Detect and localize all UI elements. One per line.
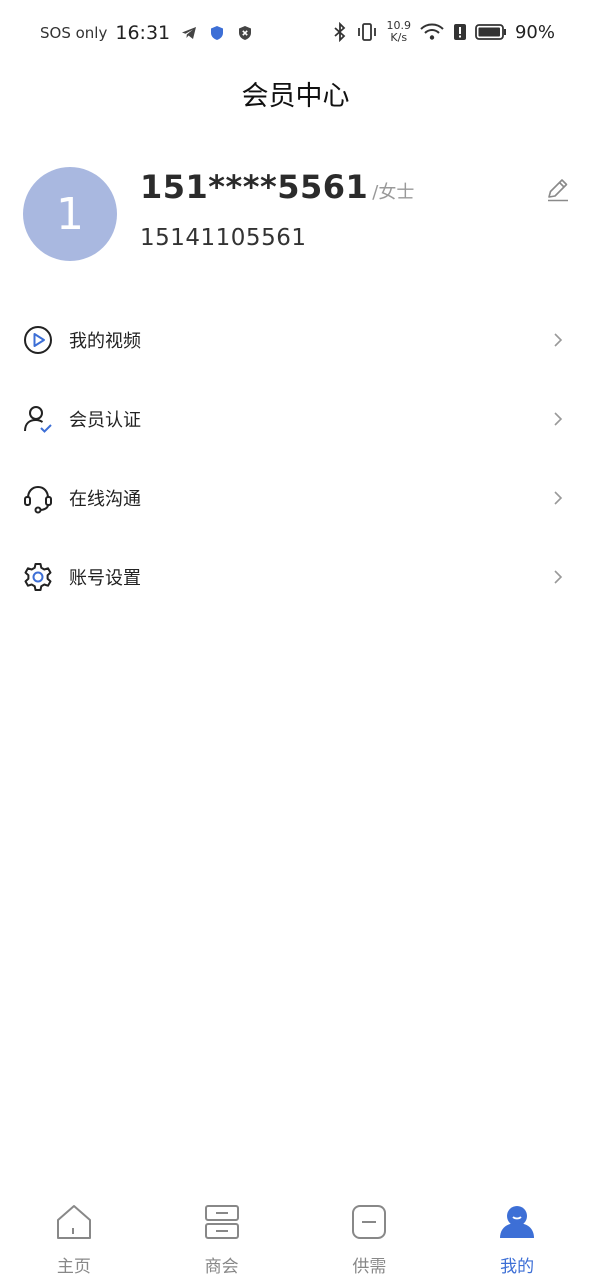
security-icon [239, 26, 252, 40]
nav-label: 我的 [500, 1257, 535, 1277]
bluetooth-icon [334, 22, 346, 42]
menu-item-online-chat[interactable]: 在线沟通 [0, 458, 591, 537]
gear-icon [24, 562, 52, 591]
menu-item-member-verification[interactable]: 会员认证 [0, 379, 591, 458]
nav-item-mine[interactable]: 我的 [443, 1190, 591, 1280]
menu-item-account-settings[interactable]: 账号设置 [0, 537, 591, 616]
chevron-right-icon [554, 411, 563, 426]
shield-icon [211, 26, 224, 40]
avatar-text: 1 [56, 188, 84, 240]
home-icon [56, 1205, 91, 1239]
avatar[interactable]: 1 [23, 167, 117, 261]
clock: 16:31 [115, 22, 171, 44]
supply-demand-icon [352, 1205, 387, 1239]
chamber-icon [204, 1205, 239, 1239]
nav-label: 主页 [56, 1257, 91, 1277]
menu-item-label: 账号设置 [69, 567, 141, 589]
profile-icon [500, 1206, 535, 1238]
bottom-nav: 主页 商会 供需 我的 [0, 1190, 591, 1280]
status-bar: SOS only 16:31 10.9 K/s 90% [0, 0, 591, 64]
headset-icon [24, 485, 52, 513]
nav-item-chamber[interactable]: 商会 [148, 1190, 296, 1280]
menu-item-label: 我的视频 [69, 330, 141, 352]
battery-icon [475, 24, 506, 40]
battery-percent: 90% [514, 21, 555, 43]
profile-name: 151****5561 [140, 168, 369, 206]
menu-item-label: 在线沟通 [69, 488, 141, 510]
chevron-right-icon [554, 490, 563, 505]
network-speed: 10.9 K/s [386, 20, 411, 44]
nav-label: 供需 [352, 1257, 387, 1277]
profile-name-row: 151****5561 /女士 [140, 168, 414, 206]
alert-icon [453, 24, 466, 40]
nav-label: 商会 [204, 1257, 239, 1277]
telegram-icon [182, 27, 197, 39]
vibrate-icon [358, 23, 377, 41]
edit-icon[interactable] [544, 176, 572, 204]
nav-item-supply-demand[interactable]: 供需 [296, 1190, 444, 1280]
play-circle-icon [24, 325, 52, 354]
speed-unit: K/s [390, 31, 408, 44]
menu-list: 我的视频 会员认证 在线沟通 账号设置 [0, 300, 591, 616]
wifi-icon [420, 23, 444, 40]
profile-phone: 15141105561 [140, 225, 307, 251]
menu-item-label: 会员认证 [69, 409, 141, 431]
user-verified-icon [24, 405, 52, 433]
network-status: SOS only [40, 24, 108, 42]
menu-item-my-videos[interactable]: 我的视频 [0, 300, 591, 379]
nav-item-home[interactable]: 主页 [0, 1190, 148, 1280]
profile-title: /女士 [372, 182, 415, 203]
chevron-right-icon [554, 332, 563, 347]
page-title: 会员中心 [241, 81, 350, 112]
chevron-right-icon [554, 569, 563, 584]
